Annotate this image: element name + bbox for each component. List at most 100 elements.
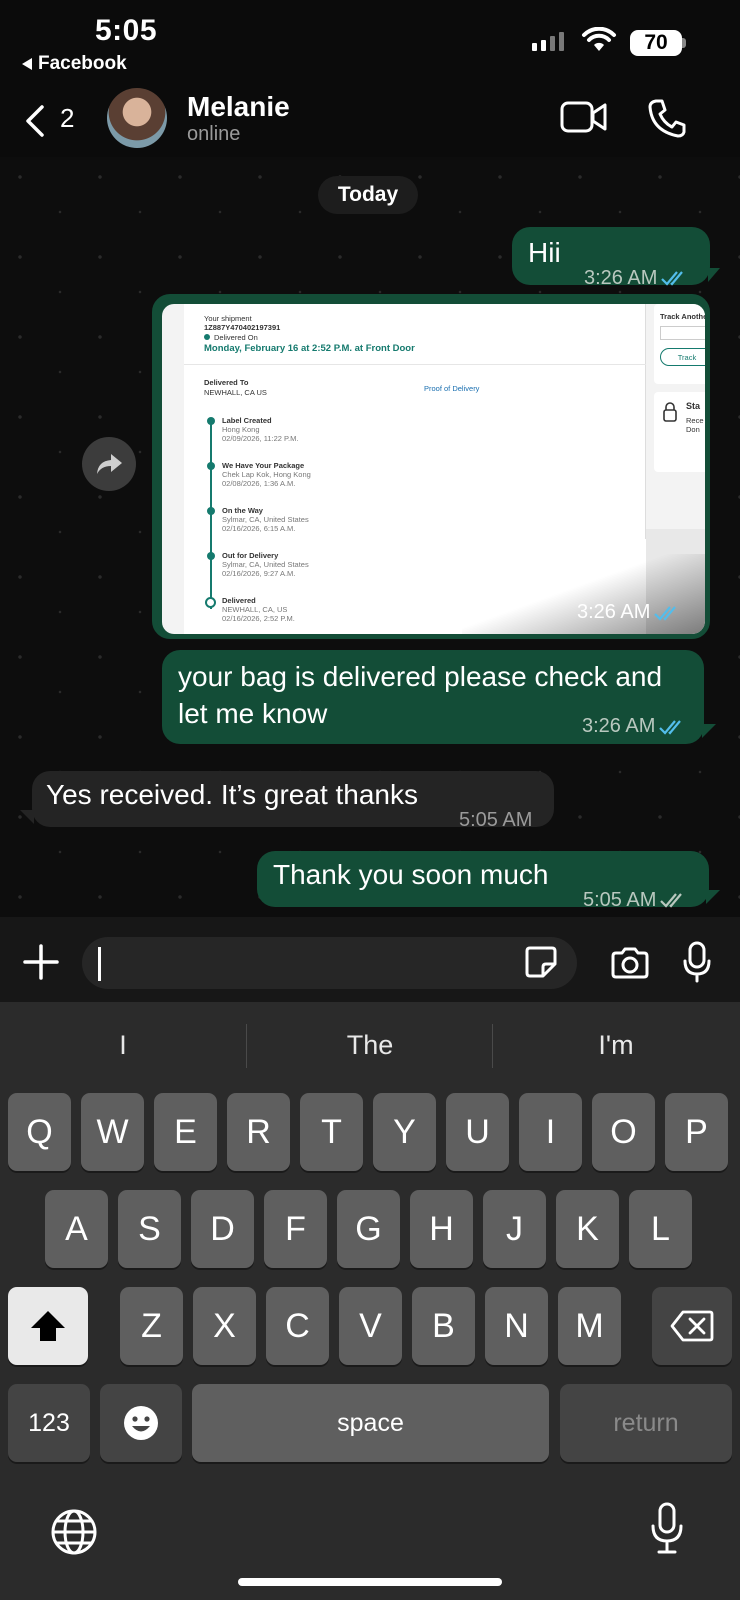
event-title: Label Created [222, 416, 272, 425]
status-line-2: Don [686, 425, 700, 434]
message-meta: 5:05 AM [459, 792, 532, 848]
message-bubble-out[interactable]: Thank you soon much 5:05 AM [257, 851, 709, 911]
suggestion-2[interactable]: The [250, 1030, 490, 1061]
check-icon [204, 334, 210, 340]
key-f[interactable]: F [264, 1190, 327, 1268]
timeline-check-icon [207, 462, 215, 470]
event-date: 02/16/2026, 6:15 A.M. [222, 524, 296, 533]
bubble-tail [20, 810, 34, 824]
key-t[interactable]: T [300, 1093, 363, 1171]
key-x[interactable]: X [193, 1287, 256, 1365]
proof-of-delivery-link: Proof of Delivery [424, 384, 480, 393]
suggestion-divider [246, 1024, 247, 1068]
message-text-line-1: your bag is delivered please check and [178, 661, 663, 692]
camera-icon[interactable] [610, 946, 650, 980]
key-p[interactable]: P [665, 1093, 728, 1171]
image-message[interactable]: Your shipment 1Z887Y470402197391 Deliver… [152, 294, 710, 639]
key-o[interactable]: O [592, 1093, 655, 1171]
tracking-number: 1Z887Y470402197391 [204, 323, 281, 332]
event-place: Chek Lap Kok, Hong Kong [222, 470, 311, 479]
message-bubble-out[interactable]: Hii 3:26 AM [512, 227, 710, 289]
event-title: On the Way [222, 506, 263, 515]
key-b[interactable]: B [412, 1287, 475, 1365]
event-title: Out for Delivery [222, 551, 279, 560]
track-another-title: Track Anothe [660, 312, 705, 321]
suggestion-1[interactable]: I [3, 1030, 243, 1061]
message-bubble-in[interactable]: Yes received. It’s great thanks 5:05 AM [32, 771, 554, 831]
read-ticks-icon [661, 271, 684, 286]
key-k[interactable]: K [556, 1190, 619, 1268]
delivered-ticks-icon [660, 893, 683, 908]
message-text: Hii [528, 237, 561, 268]
key-c[interactable]: C [266, 1287, 329, 1365]
globe-icon[interactable] [50, 1508, 98, 1556]
message-time: 5:05 AM [459, 809, 533, 831]
key-d[interactable]: D [191, 1190, 254, 1268]
key-a[interactable]: A [45, 1190, 108, 1268]
track-button: Track [660, 348, 705, 366]
dictation-mic-icon[interactable] [650, 1502, 684, 1554]
back-triangle-icon [22, 58, 32, 70]
key-g[interactable]: G [337, 1190, 400, 1268]
key-y[interactable]: Y [373, 1093, 436, 1171]
shift-key[interactable] [8, 1287, 88, 1365]
message-text: Thank you soon much [273, 859, 549, 890]
key-n[interactable]: N [485, 1287, 548, 1365]
key-h[interactable]: H [410, 1190, 473, 1268]
key-e[interactable]: E [154, 1093, 217, 1171]
timeline-check-icon [207, 552, 215, 560]
event-title: Delivered [222, 596, 256, 605]
track-another-panel: Track Anothe Track [654, 304, 705, 384]
forward-arrow-icon [97, 454, 122, 474]
unread-count[interactable]: 2 [60, 103, 74, 134]
key-w[interactable]: W [81, 1093, 144, 1171]
message-bubble-out[interactable]: your bag is delivered please check and l… [162, 650, 704, 744]
event-date: 02/08/2026, 1:36 A.M. [222, 479, 296, 488]
key-q[interactable]: Q [8, 1093, 71, 1171]
contact-name[interactable]: Melanie [187, 91, 290, 123]
video-call-icon[interactable] [560, 100, 608, 134]
status-time: 5:05 [95, 14, 158, 47]
back-chevron-icon[interactable] [24, 104, 46, 138]
delete-key[interactable] [652, 1287, 732, 1365]
key-s[interactable]: S [118, 1190, 181, 1268]
sticker-icon[interactable] [524, 945, 558, 979]
key-z[interactable]: Z [120, 1287, 183, 1365]
key-r[interactable]: R [227, 1093, 290, 1171]
return-key[interactable]: return [560, 1384, 732, 1462]
key-m[interactable]: M [558, 1287, 621, 1365]
microphone-icon[interactable] [682, 941, 712, 983]
numbers-key[interactable]: 123 [8, 1384, 90, 1462]
text-caret [98, 947, 101, 981]
read-ticks-icon [659, 719, 682, 735]
key-j[interactable]: J [483, 1190, 546, 1268]
key-v[interactable]: V [339, 1287, 402, 1365]
status-line-1: Rece [686, 416, 704, 425]
key-u[interactable]: U [446, 1093, 509, 1171]
timeline-check-icon [207, 507, 215, 515]
message-input[interactable] [82, 937, 577, 989]
day-separator: Today [318, 176, 418, 214]
home-indicator[interactable] [238, 1578, 502, 1586]
wifi-icon [582, 27, 616, 51]
event-place: Sylmar, CA, United States [222, 515, 309, 524]
attach-plus-icon[interactable] [22, 943, 60, 981]
suggestion-3[interactable]: I'm [496, 1030, 736, 1061]
key-l[interactable]: L [629, 1190, 692, 1268]
voice-call-icon[interactable] [648, 98, 686, 138]
bubble-tail [706, 890, 720, 904]
space-key[interactable]: space [192, 1384, 549, 1462]
forward-button[interactable] [82, 437, 136, 491]
timeline-event: Label Created Hong Kong 02/09/2026, 11:22 … [222, 416, 298, 443]
emoji-key[interactable] [100, 1384, 182, 1462]
battery-indicator: 70 [630, 30, 682, 56]
read-ticks-icon [654, 605, 677, 621]
message-meta: 3:26 AM [582, 708, 687, 745]
contact-avatar[interactable] [107, 88, 167, 148]
key-i[interactable]: I [519, 1093, 582, 1171]
event-date: 02/09/2026, 11:22 P.M. [222, 434, 299, 443]
battery-tip [682, 38, 686, 48]
emoji-icon [124, 1406, 158, 1440]
back-to-app-link[interactable]: Facebook [22, 53, 127, 75]
contact-presence: online [187, 123, 241, 145]
